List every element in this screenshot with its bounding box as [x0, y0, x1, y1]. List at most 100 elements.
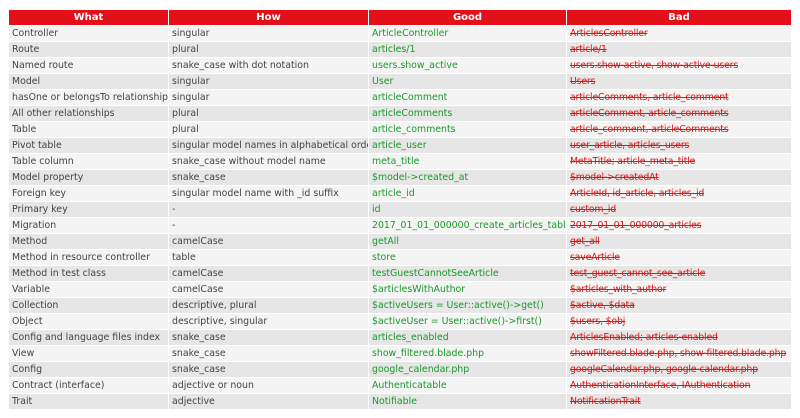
cell-good: google_calendar.php — [368, 361, 567, 378]
cell-what: All other relationships — [8, 105, 169, 122]
cell-how: adjective or noun — [168, 377, 369, 394]
cell-bad: AuthenticationInterface, IAuthentication — [566, 377, 792, 394]
table-row: Collection descriptive, plural $activeUser… — [8, 297, 792, 314]
cell-good: id — [368, 201, 567, 218]
cell-how: singular model names in alphabetical ord… — [168, 137, 369, 154]
cell-good: articleComment — [368, 89, 567, 106]
table-row: Method camelCase getAll get_all — [8, 233, 792, 250]
cell-good: testGuestCannotSeeArticle — [368, 265, 567, 282]
table-body: Controller singular ArticleController Artic… — [8, 25, 792, 410]
cell-bad: get_all — [566, 233, 792, 250]
cell-what: Trait — [8, 393, 169, 410]
cell-what: Object — [8, 313, 169, 330]
cell-good: $articlesWithAuthor — [368, 281, 567, 298]
cell-bad: googleCalendar.php, google-calendar.php — [566, 361, 792, 378]
table-row: Trait adjective Notifiable NotificationTrai… — [8, 393, 792, 410]
cell-bad: showFiltered.blade.php, show-filtered.bl… — [566, 345, 792, 362]
cell-good: 2017_01_01_000000_create_articles_table — [368, 217, 567, 234]
table-row: Model property snake_case $model->created_… — [8, 169, 792, 186]
cell-good: Authenticatable — [368, 377, 567, 394]
cell-what: Method in test class — [8, 265, 169, 282]
cell-how: adjective — [168, 393, 369, 410]
table-row: Primary key - id custom_id — [8, 201, 792, 218]
cell-what: Table — [8, 121, 169, 138]
column-header-what: What — [8, 9, 169, 26]
cell-what: Method — [8, 233, 169, 250]
cell-what: Table column — [8, 153, 169, 170]
cell-what: hasOne or belongsTo relationship — [8, 89, 169, 106]
cell-good: ArticleController — [368, 25, 567, 42]
cell-what: Migration — [8, 217, 169, 234]
cell-what: Config — [8, 361, 169, 378]
column-header-good: Good — [368, 9, 567, 26]
cell-how: singular model name with _id suffix — [168, 185, 369, 202]
table-row: Object descriptive, singular $activeUser =… — [8, 313, 792, 330]
table-row: Table plural article_comments article_comme… — [8, 121, 792, 138]
table-header: What How Good Bad — [8, 9, 792, 26]
cell-bad: $active, $data — [566, 297, 792, 314]
table-row: Route plural articles/1 article/1 — [8, 41, 792, 58]
conventions-table-container: What How Good Bad Controller singular Arti… — [0, 0, 800, 410]
table-row: Config and language files index snake_cas… — [8, 329, 792, 346]
table-row: Named route snake_case with dot notation u… — [8, 57, 792, 74]
cell-what: Primary key — [8, 201, 169, 218]
cell-bad: NotificationTrait — [566, 393, 792, 410]
cell-good: $model->created_at — [368, 169, 567, 186]
cell-how: plural — [168, 41, 369, 58]
cell-how: snake_case — [168, 361, 369, 378]
cell-how: singular — [168, 25, 369, 42]
cell-good: store — [368, 249, 567, 266]
table-row: hasOne or belongsTo relationship singular… — [8, 89, 792, 106]
cell-what: Variable — [8, 281, 169, 298]
cell-good: users.show_active — [368, 57, 567, 74]
cell-bad: articleComment, article_comments — [566, 105, 792, 122]
cell-how: camelCase — [168, 265, 369, 282]
cell-bad: $users, $obj — [566, 313, 792, 330]
cell-bad: $articles_with_author — [566, 281, 792, 298]
table-row: Foreign key singular model name with _id … — [8, 185, 792, 202]
cell-what: Foreign key — [8, 185, 169, 202]
cell-how: singular — [168, 89, 369, 106]
cell-how: snake_case without model name — [168, 153, 369, 170]
cell-how: snake_case with dot notation — [168, 57, 369, 74]
cell-how: table — [168, 249, 369, 266]
table-row: Pivot table singular model names in alpha… — [8, 137, 792, 154]
cell-how: singular — [168, 73, 369, 90]
cell-good: articles_enabled — [368, 329, 567, 346]
header-row: What How Good Bad — [8, 9, 792, 26]
table-row: Controller singular ArticleController Artic… — [8, 25, 792, 42]
cell-bad: articleComments, article_comment — [566, 89, 792, 106]
cell-how: snake_case — [168, 169, 369, 186]
cell-what: Collection — [8, 297, 169, 314]
cell-what: Contract (interface) — [8, 377, 169, 394]
cell-bad: 2017_01_01_000000_articles — [566, 217, 792, 234]
cell-what: Model — [8, 73, 169, 90]
table-row: View snake_case show_filtered.blade.php sho… — [8, 345, 792, 362]
cell-what: Route — [8, 41, 169, 58]
column-header-how: How — [168, 9, 369, 26]
cell-good: article_user — [368, 137, 567, 154]
cell-bad: saveArticle — [566, 249, 792, 266]
cell-how: camelCase — [168, 281, 369, 298]
table-row: Migration -2017_01_01_000000_create_artic… — [8, 217, 792, 234]
cell-how: plural — [168, 121, 369, 138]
table-row: All other relationships plural articleComm… — [8, 105, 792, 122]
cell-bad: users.show-active, show-active-users — [566, 57, 792, 74]
cell-bad: user_article, articles_users — [566, 137, 792, 154]
table-row: Table column snake_case without model nam… — [8, 153, 792, 170]
cell-what: Model property — [8, 169, 169, 186]
cell-how: - — [168, 201, 369, 218]
cell-good: $activeUsers = User::active()->get() — [368, 297, 567, 314]
cell-bad: ArticlesEnabled; articles-enabled — [566, 329, 792, 346]
cell-good: User — [368, 73, 567, 90]
cell-bad: article_comment, articleComments — [566, 121, 792, 138]
cell-bad: Users — [566, 73, 792, 90]
cell-bad: custom_id — [566, 201, 792, 218]
cell-how: descriptive, plural — [168, 297, 369, 314]
table-row: Method in test class camelCase testGuestCa… — [8, 265, 792, 282]
table-row: Variable camelCase $articlesWithAuthor $art… — [8, 281, 792, 298]
cell-how: snake_case — [168, 329, 369, 346]
cell-bad: $model->createdAt — [566, 169, 792, 186]
cell-what: View — [8, 345, 169, 362]
cell-how: - — [168, 217, 369, 234]
